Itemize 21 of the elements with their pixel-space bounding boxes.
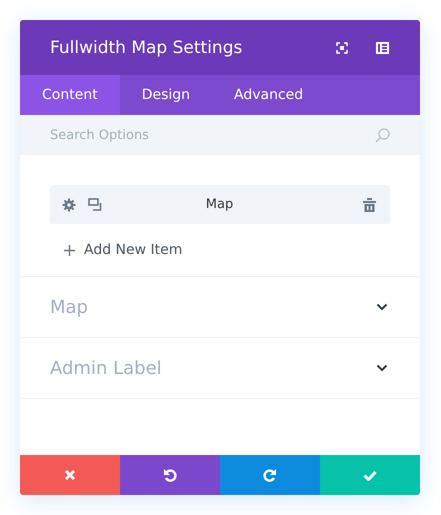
duplicate-icon[interactable]	[88, 198, 102, 211]
tab[interactable]: Design	[120, 75, 212, 115]
tab[interactable]: Content	[20, 75, 120, 115]
module-item[interactable]: Map	[50, 185, 390, 224]
redo-icon	[263, 468, 277, 482]
search-bar[interactable]: Search Options	[20, 115, 420, 155]
search-field[interactable]: Search Options	[50, 128, 375, 142]
tab[interactable]: Advanced	[212, 75, 326, 115]
gear-icon[interactable]	[62, 198, 76, 212]
expand-icon	[336, 42, 348, 54]
add-item-button[interactable]: Add New Item	[50, 238, 196, 262]
trash-icon[interactable]	[363, 198, 376, 212]
undo-button[interactable]	[120, 455, 220, 495]
undo-icon	[163, 468, 177, 482]
modal-title: Fullwidth Map Settings	[50, 38, 244, 58]
plus-icon	[64, 244, 75, 256]
item-label: Map	[204, 197, 234, 212]
close-icon	[64, 469, 76, 481]
sidebar-icon	[376, 42, 388, 54]
search-icon	[375, 128, 390, 142]
check-icon	[363, 470, 377, 480]
